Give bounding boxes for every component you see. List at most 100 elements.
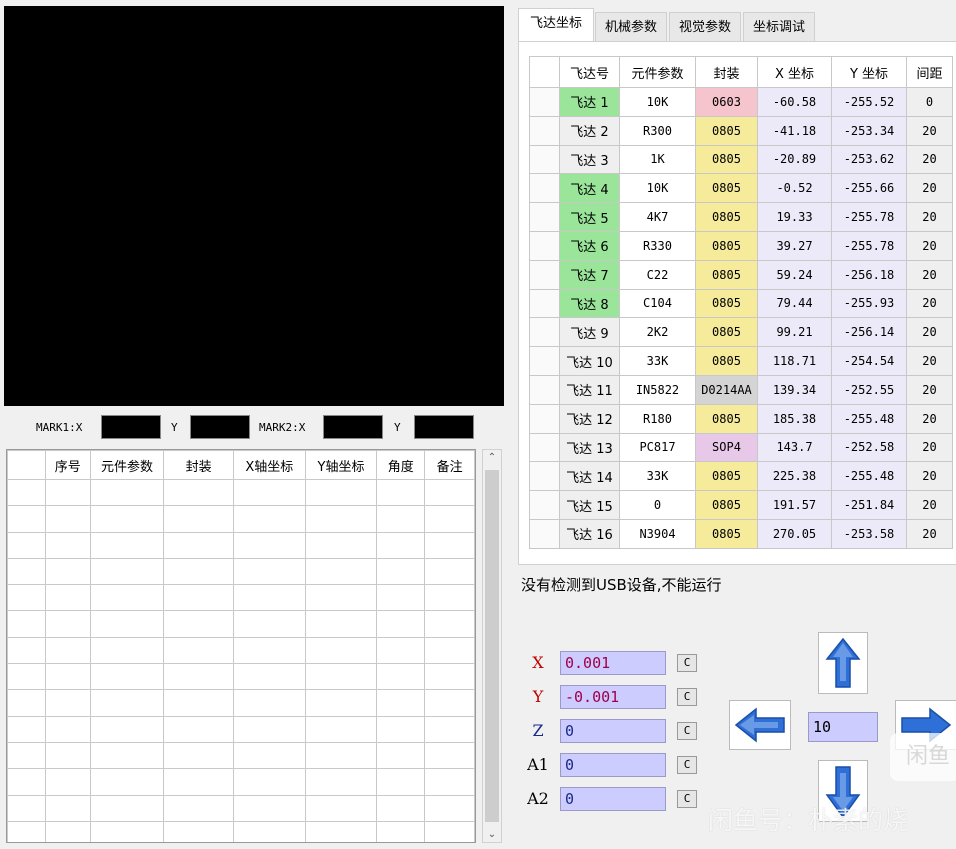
placement-cell[interactable] xyxy=(163,610,234,638)
feeder-param-cell[interactable]: 2K2 xyxy=(619,317,696,348)
feeder-row[interactable]: 飞达 7 C22 0805 59.24 -256.18 20 xyxy=(529,259,953,290)
feeder-y-cell[interactable]: -252.58 xyxy=(831,432,907,463)
placement-cell[interactable] xyxy=(424,715,475,743)
placement-cell[interactable] xyxy=(7,557,46,586)
placement-row[interactable] xyxy=(7,531,475,559)
feeder-x-cell[interactable]: 143.7 xyxy=(757,432,832,463)
scroll-thumb[interactable] xyxy=(485,470,499,822)
feeder-package-cell[interactable]: 0805 xyxy=(695,259,758,290)
placement-col-header[interactable]: Y轴坐标 xyxy=(304,450,378,480)
axis-value-y[interactable]: -0.001 xyxy=(560,685,666,709)
placement-cell[interactable] xyxy=(232,741,306,770)
placement-cell[interactable] xyxy=(424,663,475,691)
placement-cell[interactable] xyxy=(376,636,426,665)
placement-cell[interactable] xyxy=(44,531,91,559)
feeder-row[interactable]: 飞达 2 R300 0805 -41.18 -253.34 20 xyxy=(529,115,953,146)
placement-cell[interactable] xyxy=(424,478,475,507)
mark1-y-field[interactable] xyxy=(190,415,250,439)
placement-cell[interactable] xyxy=(163,663,234,691)
placement-row[interactable] xyxy=(7,768,475,796)
placement-cell[interactable] xyxy=(424,636,475,665)
placement-cell[interactable] xyxy=(7,689,46,717)
feeder-gap-cell[interactable]: 20 xyxy=(906,346,953,376)
placement-cell[interactable] xyxy=(44,715,91,743)
placement-cell[interactable] xyxy=(44,689,91,717)
axis-clear-button-a2[interactable]: C xyxy=(677,790,697,808)
placement-cell[interactable] xyxy=(89,531,165,559)
feeder-package-cell[interactable]: 0805 xyxy=(695,518,758,549)
feeder-col-header[interactable]: 间距 xyxy=(906,56,953,88)
placement-cell[interactable] xyxy=(304,794,378,822)
placement-row[interactable] xyxy=(7,794,475,822)
feeder-param-cell[interactable]: 33K xyxy=(619,346,696,376)
feeder-param-cell[interactable]: IN5822 xyxy=(619,374,696,405)
jog-step-input[interactable]: 10 xyxy=(808,712,878,742)
feeder-x-cell[interactable]: 139.34 xyxy=(757,374,832,405)
scroll-up-icon[interactable]: ⌃ xyxy=(483,452,501,463)
feeder-param-cell[interactable]: R330 xyxy=(619,230,696,261)
feeder-x-cell[interactable]: 59.24 xyxy=(757,259,832,290)
feeder-row[interactable]: 飞达 12 R180 0805 185.38 -255.48 20 xyxy=(529,403,953,434)
placement-cell[interactable] xyxy=(232,636,306,665)
feeder-row-header[interactable] xyxy=(529,115,560,146)
placement-cell[interactable] xyxy=(304,663,378,691)
feeder-gap-cell[interactable]: 20 xyxy=(906,461,953,492)
placement-cell[interactable] xyxy=(376,584,426,612)
placement-cell[interactable] xyxy=(376,478,426,507)
feeder-row-header[interactable] xyxy=(529,346,560,376)
axis-value-x[interactable]: 0.001 xyxy=(560,651,666,675)
axis-value-a2[interactable]: 0 xyxy=(560,787,666,811)
placement-cell[interactable] xyxy=(304,715,378,743)
placement-cell[interactable] xyxy=(7,794,46,822)
feeder-name-cell[interactable]: 飞达 13 xyxy=(559,432,620,463)
axis-value-z[interactable]: 0 xyxy=(560,719,666,743)
feeder-x-cell[interactable]: -0.52 xyxy=(757,173,832,204)
placement-cell[interactable] xyxy=(7,505,46,533)
feeder-gap-cell[interactable]: 20 xyxy=(906,144,953,175)
feeder-name-cell[interactable]: 飞达 5 xyxy=(559,202,620,232)
feeder-gap-cell[interactable]: 20 xyxy=(906,259,953,290)
placement-cell[interactable] xyxy=(232,794,306,822)
placement-cell[interactable] xyxy=(7,663,46,691)
feeder-x-cell[interactable]: 79.44 xyxy=(757,288,832,319)
feeder-x-cell[interactable]: -20.89 xyxy=(757,144,832,175)
tab-vision-params[interactable]: 视觉参数 xyxy=(669,12,741,42)
feeder-name-cell[interactable]: 飞达 12 xyxy=(559,403,620,434)
placement-cell[interactable] xyxy=(232,663,306,691)
placement-cell[interactable] xyxy=(89,478,165,507)
feeder-param-cell[interactable]: 10K xyxy=(619,173,696,204)
placement-row[interactable] xyxy=(7,505,475,533)
feeder-gap-cell[interactable]: 20 xyxy=(906,374,953,405)
placement-cell[interactable] xyxy=(89,741,165,770)
feeder-y-cell[interactable]: -252.55 xyxy=(831,374,907,405)
feeder-y-cell[interactable]: -255.48 xyxy=(831,403,907,434)
placement-cell[interactable] xyxy=(44,636,91,665)
placement-cell[interactable] xyxy=(89,715,165,743)
feeder-package-cell[interactable]: 0805 xyxy=(695,173,758,204)
feeder-gap-cell[interactable]: 20 xyxy=(906,230,953,261)
feeder-y-cell[interactable]: -256.14 xyxy=(831,317,907,348)
jog-left-button[interactable] xyxy=(729,700,791,750)
placement-cell[interactable] xyxy=(89,610,165,638)
feeder-param-cell[interactable]: N3904 xyxy=(619,518,696,549)
feeder-name-cell[interactable]: 飞达 10 xyxy=(559,346,620,376)
placement-cell[interactable] xyxy=(424,531,475,559)
placement-list-grid[interactable]: 序号 元件参数 封装 X轴坐标 Y轴坐标 角度 备注 xyxy=(6,449,476,843)
placement-cell[interactable] xyxy=(89,557,165,586)
placement-cell[interactable] xyxy=(376,610,426,638)
feeder-x-cell[interactable]: 39.27 xyxy=(757,230,832,261)
placement-cell[interactable] xyxy=(424,610,475,638)
placement-cell[interactable] xyxy=(232,768,306,796)
placement-cell[interactable] xyxy=(376,820,426,842)
feeder-row-header[interactable] xyxy=(529,87,560,117)
feeder-name-cell[interactable]: 飞达 3 xyxy=(559,144,620,175)
feeder-package-cell[interactable]: 0805 xyxy=(695,144,758,175)
feeder-row-header[interactable] xyxy=(529,403,560,434)
placement-row[interactable] xyxy=(7,689,475,717)
placement-cell[interactable] xyxy=(89,820,165,842)
feeder-x-cell[interactable]: -41.18 xyxy=(757,115,832,146)
placement-cell[interactable] xyxy=(163,794,234,822)
feeder-row-header[interactable] xyxy=(529,518,560,549)
placement-cell[interactable] xyxy=(89,584,165,612)
feeder-x-cell[interactable]: -60.58 xyxy=(757,87,832,117)
